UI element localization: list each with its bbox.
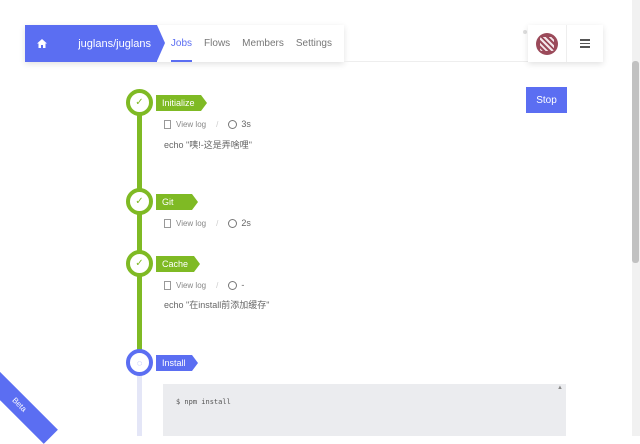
step-meta: View log / 2s xyxy=(164,218,251,228)
document-icon xyxy=(164,119,171,129)
tab-settings[interactable]: Settings xyxy=(296,25,332,62)
menu-button[interactable] xyxy=(567,25,603,62)
home-icon xyxy=(36,39,47,48)
separator: / xyxy=(216,119,219,129)
step-duration: 3s xyxy=(241,119,251,129)
nav-divider xyxy=(344,61,528,62)
step-name: Initialize xyxy=(156,95,206,111)
user-nav xyxy=(528,25,603,62)
clock-icon xyxy=(228,280,238,290)
avatar xyxy=(536,32,558,55)
timeline-line-pending xyxy=(137,375,142,436)
step-status-circle: ✓ xyxy=(126,89,153,116)
step-name: Git Clone xyxy=(156,194,197,223)
scroll-up-icon[interactable]: ▲ xyxy=(557,385,563,391)
repo-breadcrumb[interactable]: juglans/juglans xyxy=(58,25,165,62)
step-name: Install xyxy=(156,355,197,371)
avatar-button[interactable] xyxy=(528,25,567,62)
step-meta: View log / - xyxy=(164,280,244,290)
check-icon: ✓ xyxy=(135,195,144,207)
clock-icon xyxy=(228,218,238,228)
step-status-circle: ✓ xyxy=(126,250,153,277)
home-button[interactable] xyxy=(25,25,59,62)
step-command: echo "咦!-这是弄啥哩" xyxy=(164,140,252,150)
timeline-line xyxy=(137,100,142,360)
top-nav: juglans/juglans Jobs Flows Members Setti… xyxy=(25,25,344,62)
separator: / xyxy=(216,280,219,290)
view-log-link[interactable]: View log xyxy=(176,281,206,290)
step-name: Cache xyxy=(156,256,201,272)
step-duration: 2s xyxy=(241,218,251,228)
stop-button[interactable]: Stop xyxy=(526,87,567,113)
check-icon: ✓ xyxy=(135,96,144,108)
step-meta: View log / 3s xyxy=(164,119,251,129)
document-icon xyxy=(164,280,171,290)
log-terminal[interactable]: $ npm install ▲ xyxy=(163,384,566,436)
view-log-link[interactable]: View log xyxy=(176,219,206,228)
scrollbar-thumb[interactable] xyxy=(632,61,639,263)
loading-dot xyxy=(523,30,527,34)
tab-jobs[interactable]: Jobs xyxy=(170,25,193,62)
view-log-link[interactable]: View log xyxy=(176,120,206,129)
spinner-icon: ◌ xyxy=(136,357,143,368)
step-status-circle: ◌ xyxy=(126,349,153,376)
tab-flows[interactable]: Flows xyxy=(204,25,230,62)
tabs: Jobs Flows Members Settings xyxy=(157,25,344,62)
clock-icon xyxy=(228,119,238,129)
step-command: echo "在install前添加缓存" xyxy=(164,300,270,310)
check-icon: ✓ xyxy=(135,257,144,269)
tab-members[interactable]: Members xyxy=(242,25,284,62)
step-duration: - xyxy=(241,280,245,290)
terminal-line: $ npm install xyxy=(176,398,231,406)
document-icon xyxy=(164,218,171,228)
beta-ribbon: Beta xyxy=(0,366,58,444)
step-status-circle: ✓ xyxy=(126,188,153,215)
separator: / xyxy=(216,218,219,228)
hamburger-icon xyxy=(580,37,590,50)
